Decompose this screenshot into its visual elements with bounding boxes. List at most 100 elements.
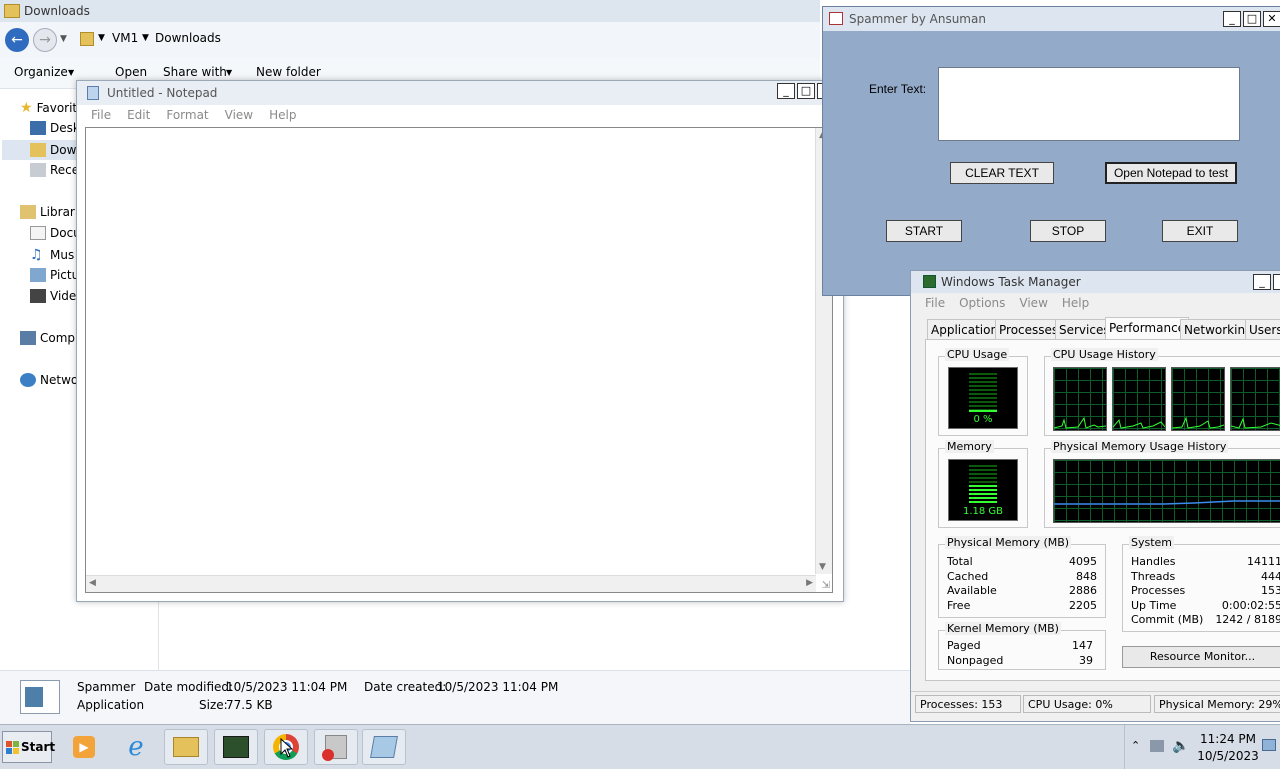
cpu-history-graph-3 <box>1171 367 1225 431</box>
spammer-app-icon <box>322 735 347 761</box>
exit-button[interactable]: EXIT <box>1162 220 1238 242</box>
nav-pictures[interactable]: Pictu <box>30 268 79 282</box>
menu-file[interactable]: File <box>91 108 111 122</box>
breadcrumb-downloads[interactable]: Downloads <box>155 31 221 45</box>
close-button[interactable]: ✕ <box>1263 11 1280 27</box>
minimize-button[interactable]: _ <box>777 83 795 99</box>
breadcrumb-vm1[interactable]: VM1 <box>112 31 138 45</box>
nav-computer[interactable]: Comp <box>20 331 75 345</box>
spammer-taskbar-button[interactable] <box>314 729 358 765</box>
maximize-button[interactable] <box>1273 274 1280 290</box>
star-icon: ★ <box>20 100 33 116</box>
spam-text-input[interactable] <box>938 67 1240 141</box>
nav-documents[interactable]: Docu <box>30 226 81 240</box>
pictures-icon <box>30 268 46 282</box>
share-with-button[interactable]: Share with <box>163 65 227 79</box>
open-notepad-button[interactable]: Open Notepad to test <box>1105 162 1237 184</box>
network-tray-icon[interactable] <box>1150 740 1164 752</box>
notepad-menubar: File Edit Format View Help <box>83 105 296 125</box>
start-button[interactable]: START <box>886 220 962 242</box>
new-folder-button[interactable]: New folder <box>256 65 321 79</box>
tab-performance[interactable]: Performance <box>1105 317 1190 339</box>
details-pane: Spammer Application Date modified: 10/5/… <box>0 670 910 725</box>
details-created-label: Date created: <box>364 680 447 694</box>
menu-file[interactable]: File <box>925 296 945 310</box>
menu-help[interactable]: Help <box>1062 296 1089 310</box>
forward-arrow-icon[interactable]: → <box>33 28 57 52</box>
menu-options[interactable]: Options <box>959 296 1005 310</box>
horizontal-scrollbar[interactable]: ◀ ▶ <box>86 575 816 592</box>
stat-value: 39 <box>1079 654 1093 667</box>
nav-favorites[interactable]: ★ Favorit <box>20 100 77 116</box>
memory-history-graph <box>1053 459 1280 523</box>
media-player-taskbar-button[interactable]: ▶ <box>62 729 106 765</box>
network-icon <box>20 373 36 387</box>
show-hidden-icons-icon[interactable]: ⌃ <box>1131 739 1140 752</box>
stat-value: 2886 <box>1069 584 1097 597</box>
nav-videos[interactable]: Vide <box>30 289 76 303</box>
clock-date[interactable]: 10/5/2023 <box>1196 749 1260 763</box>
stop-button[interactable]: STOP <box>1030 220 1106 242</box>
explorer-titlebar[interactable]: Downloads <box>0 0 820 22</box>
explorer-taskbar-button[interactable] <box>164 729 208 765</box>
maximize-button[interactable]: □ <box>797 83 815 99</box>
internet-explorer-taskbar-button[interactable]: e <box>114 729 158 765</box>
spammer-titlebar[interactable]: Spammer by Ansuman _ □ ✕ <box>823 7 1280 31</box>
details-file-type: Application <box>77 698 145 712</box>
status-memory: Physical Memory: 29% <box>1154 695 1280 713</box>
notepad-text-area[interactable]: ▲ ▼ ◀ ▶ ⇲ <box>85 127 833 593</box>
nav-recent[interactable]: Rece <box>30 163 79 177</box>
stat-value: 153 <box>1261 584 1280 597</box>
show-desktop-icon[interactable] <box>1262 739 1276 751</box>
nav-network[interactable]: Netwo <box>20 373 78 387</box>
open-button[interactable]: Open <box>115 65 147 79</box>
start-button[interactable]: Start <box>2 731 55 763</box>
nav-downloads[interactable]: Dow <box>2 140 80 160</box>
back-arrow-icon[interactable]: ← <box>5 28 29 52</box>
tab-processes[interactable]: Processes <box>995 319 1063 339</box>
breadcrumb-chevron-icon[interactable]: ▼ <box>98 33 105 43</box>
downloads-folder-icon <box>30 143 46 157</box>
music-icon: ♫ <box>30 247 43 263</box>
minimize-button[interactable]: _ <box>1253 274 1271 290</box>
menu-help[interactable]: Help <box>269 108 296 122</box>
nav-music[interactable]: ♫ Mus <box>30 247 74 263</box>
menu-edit[interactable]: Edit <box>127 108 150 122</box>
volume-muted-icon[interactable]: 🔈 <box>1172 738 1189 754</box>
documents-icon <box>30 226 46 240</box>
scroll-down-icon[interactable]: ▼ <box>819 562 826 572</box>
memory-gauge: 1.18 GB <box>948 459 1018 521</box>
scroll-left-icon[interactable]: ◀ <box>89 578 96 588</box>
clear-text-button[interactable]: CLEAR TEXT <box>950 162 1054 184</box>
kernel-memory-label: Kernel Memory (MB) <box>945 622 1061 635</box>
tab-users[interactable]: Users <box>1245 319 1280 339</box>
stat-value: 147 <box>1072 639 1093 652</box>
organize-button[interactable]: Organize <box>14 65 68 79</box>
cpu-history-graph-4 <box>1230 367 1280 431</box>
scroll-right-icon[interactable]: ▶ <box>806 578 813 588</box>
notepad-titlebar[interactable]: Untitled - Notepad _ □ ✕ <box>77 81 843 105</box>
application-icon <box>20 680 60 714</box>
menu-view[interactable]: View <box>225 108 253 122</box>
organize-dropdown-icon[interactable]: ▼ <box>68 68 74 77</box>
menu-view[interactable]: View <box>1019 296 1047 310</box>
resize-grip-icon[interactable]: ⇲ <box>822 580 830 591</box>
task-manager-titlebar[interactable]: Windows Task Manager _ <box>911 271 1280 293</box>
minimize-button[interactable]: _ <box>1223 11 1241 27</box>
explorer-address-bar: ← → ▼ ▼ VM1 ▼ Downloads <box>0 22 820 59</box>
details-created-value: 10/5/2023 11:04 PM <box>437 680 559 694</box>
resource-monitor-button[interactable]: Resource Monitor... <box>1122 646 1280 668</box>
clock-time[interactable]: 11:24 PM <box>1196 732 1260 746</box>
menu-format[interactable]: Format <box>166 108 208 122</box>
share-dropdown-icon[interactable]: ▼ <box>226 68 232 77</box>
breadcrumb-chevron-icon[interactable]: ▼ <box>142 33 149 43</box>
notepad-icon <box>370 736 398 758</box>
history-dropdown-icon[interactable]: ▼ <box>60 34 67 44</box>
notepad-taskbar-button[interactable] <box>362 729 406 765</box>
nav-desktop[interactable]: Desk <box>30 121 80 135</box>
stat-value: 4095 <box>1069 555 1097 568</box>
task-manager-statusbar: Processes: 153 CPU Usage: 0% Physical Me… <box>911 691 1280 716</box>
task-manager-taskbar-button[interactable] <box>214 729 258 765</box>
nav-libraries[interactable]: Librari <box>20 205 78 219</box>
maximize-button[interactable]: □ <box>1243 11 1261 27</box>
